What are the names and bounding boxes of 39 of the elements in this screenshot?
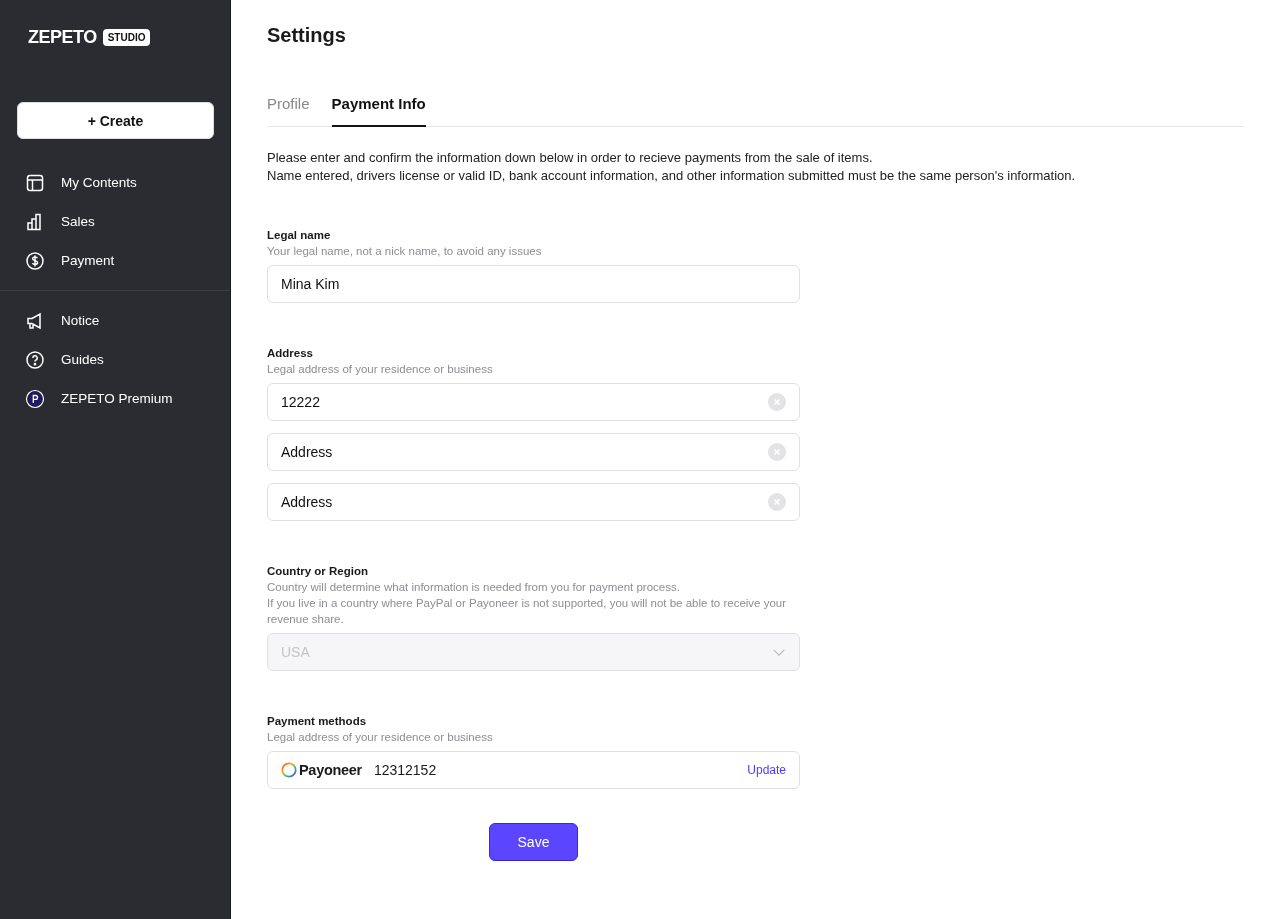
sidebar-item[interactable]: Payment — [0, 241, 230, 280]
field-hint: Legal address of your residence or business — [267, 362, 494, 377]
sidebar-item[interactable]: ZEPETO Premium — [0, 379, 230, 418]
field-label: Country or Region — [267, 564, 369, 579]
logo-badge: STUDIO — [102, 28, 151, 46]
account-number: 12312152 — [373, 762, 437, 778]
ring-logo-icon — [281, 762, 297, 778]
update-link[interactable]: Update — [747, 763, 786, 777]
page-title: Settings — [267, 24, 347, 47]
field-hint: Legal address of your residence or business — [267, 730, 494, 745]
sidebar-item[interactable]: Sales — [0, 202, 230, 241]
field-hint: Your legal name, not a nick name, to avoid any issues — [267, 244, 543, 259]
field-label: Address — [267, 346, 315, 361]
field-label: Payment methods — [267, 714, 368, 729]
sidebar-item[interactable]: My Contents — [0, 163, 230, 202]
intro-text: Name entered, drivers license or valid ID, bank account information, and other information submitted must be the same person's information. — [267, 167, 1077, 185]
clear-icon[interactable] — [768, 443, 786, 461]
help-icon — [25, 349, 45, 370]
address-field[interactable]: 12222 — [267, 383, 800, 421]
create-button[interactable]: + Create — [17, 102, 214, 139]
tab[interactable]: Profile — [267, 93, 310, 127]
sidebar-item[interactable]: Notice — [0, 301, 230, 340]
legal-name-field[interactable]: Mina Kim — [267, 265, 800, 303]
sidebar-item[interactable]: Guides — [0, 340, 230, 379]
save-button[interactable]: Save — [489, 823, 578, 861]
clear-icon[interactable] — [768, 493, 786, 511]
address-field[interactable]: Address — [267, 433, 800, 471]
field-hint: Country will determine what information is needed from you for payment process. — [267, 580, 681, 595]
layout-icon — [25, 172, 45, 193]
address-field[interactable]: Address — [267, 483, 800, 521]
logo-wordmark: ZEPETO — [28, 26, 97, 48]
premium-badge-icon — [25, 388, 45, 409]
tab[interactable]: Payment Info — [331, 93, 426, 127]
field-hint: If you live in a country where PayPal or Payoneer is not supported, you will not be able to receive your revenue share. — [267, 596, 788, 627]
clear-icon[interactable] — [768, 393, 786, 411]
field-label: Legal name — [267, 228, 332, 243]
dollar-coin-icon — [25, 250, 45, 271]
provider-name: Payoneer — [299, 762, 362, 778]
intro-text: Please enter and confirm the information down below in order to recieve payments from the sale of items. — [267, 149, 874, 167]
